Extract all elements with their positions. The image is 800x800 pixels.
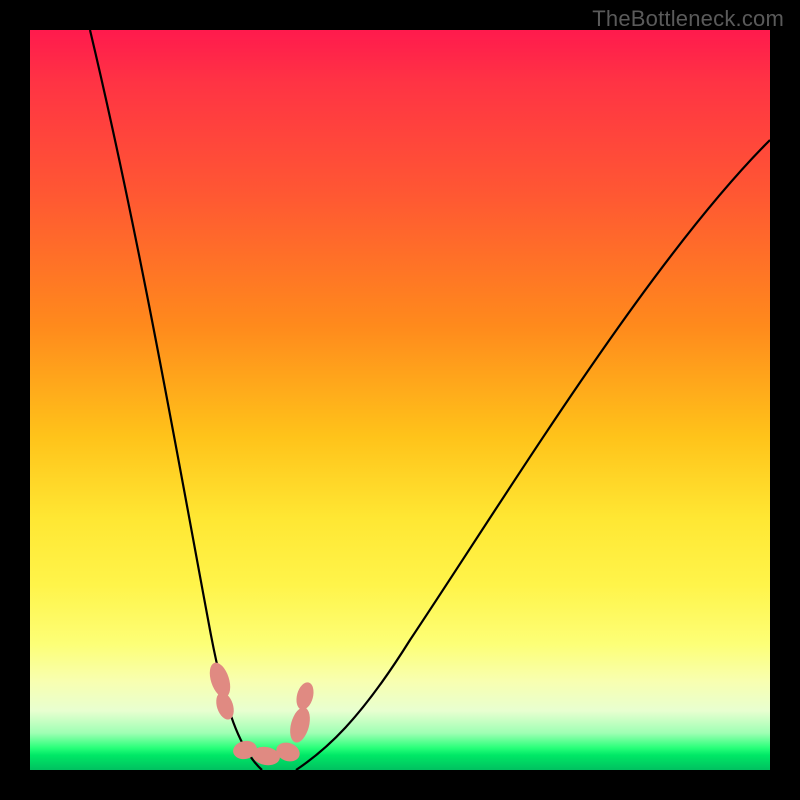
plot-area: [30, 30, 770, 770]
curves-svg: [30, 30, 770, 770]
marker-dot: [294, 680, 317, 711]
watermark-text: TheBottleneck.com: [592, 6, 784, 32]
marker-group: [206, 660, 316, 767]
left-curve: [90, 30, 262, 770]
right-curve: [296, 140, 770, 770]
marker-dot: [287, 705, 314, 744]
chart-container: TheBottleneck.com: [0, 0, 800, 800]
marker-dot: [213, 690, 237, 722]
